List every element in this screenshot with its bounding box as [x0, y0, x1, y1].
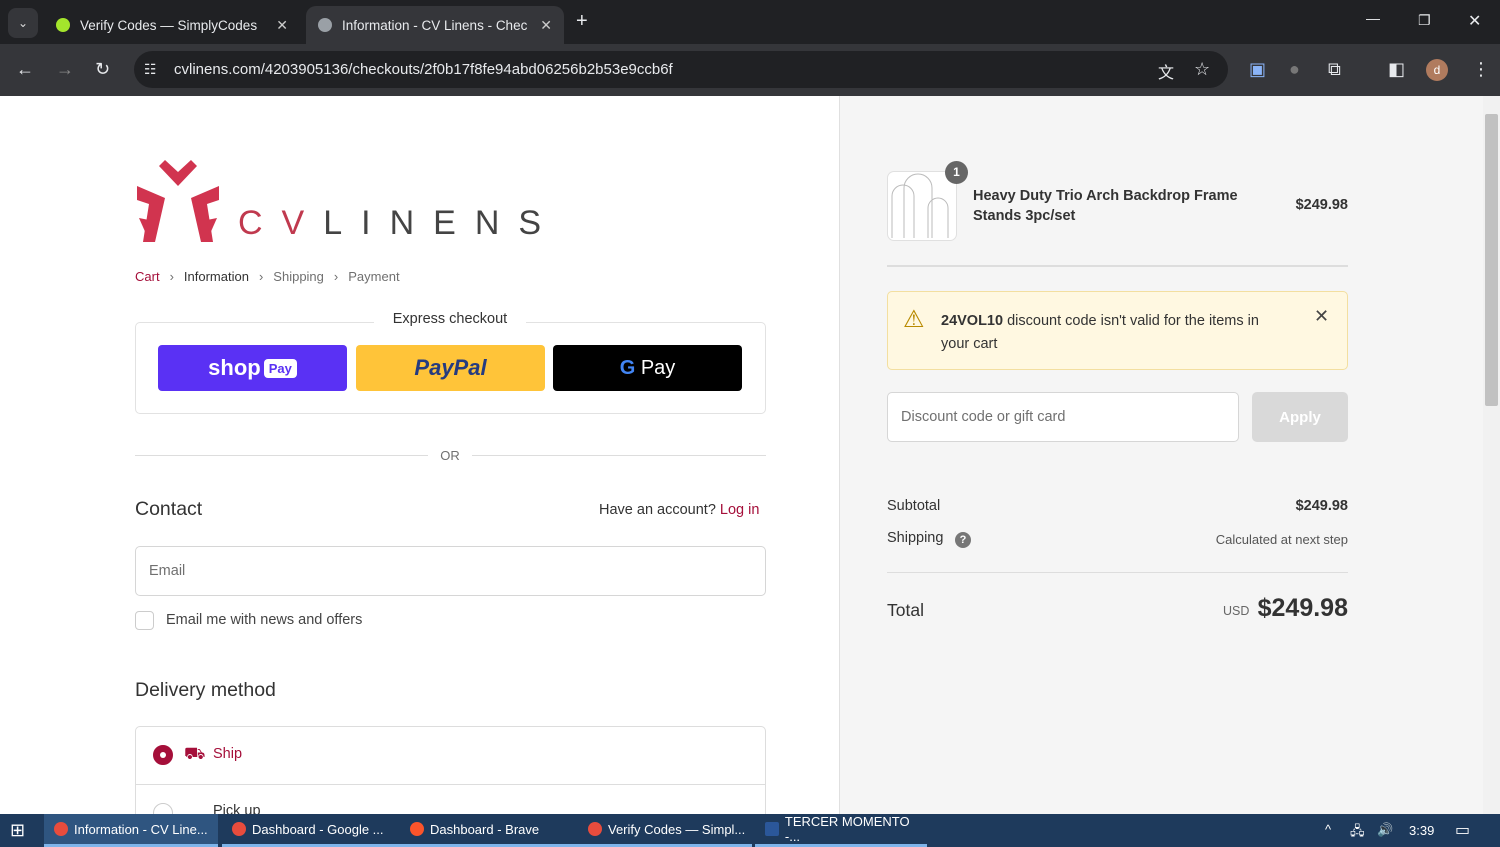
windows-start-icon[interactable]: ⊞: [10, 820, 25, 841]
new-tab-button[interactable]: +: [576, 10, 588, 33]
minimize-button[interactable]: —: [1366, 10, 1380, 26]
tab-bar: ⌄ Verify Codes — SimplyCodes ✕ Informatio…: [0, 0, 1500, 44]
apply-button[interactable]: Apply: [1252, 392, 1348, 442]
restore-button[interactable]: ❐: [1418, 12, 1431, 29]
side-panel-icon[interactable]: ◧: [1388, 59, 1405, 80]
product-name: Heavy Duty Trio Arch Backdrop Frame Stan…: [973, 188, 1238, 224]
site-settings-icon[interactable]: ☷: [144, 61, 157, 78]
globe-icon: [318, 18, 332, 32]
taskbar-item[interactable]: Verify Codes — Simpl...: [578, 814, 752, 847]
taskbar-item[interactable]: Dashboard - Brave: [400, 814, 588, 847]
breadcrumb-cart[interactable]: Cart: [135, 269, 160, 284]
extension-icon[interactable]: ●: [1289, 59, 1300, 80]
discount-code-input[interactable]: Discount code or gift card: [887, 392, 1239, 442]
paypal-button[interactable]: PayPal: [356, 345, 545, 391]
notifications-icon[interactable]: ▭: [1455, 820, 1470, 840]
shipping-value: Calculated at next step: [1215, 532, 1348, 547]
cvlinens-logo-icon: [137, 160, 219, 242]
address-bar[interactable]: cvlinens.com/4203905136/checkouts/2f0b17…: [134, 51, 1228, 88]
breadcrumb: Cart › Information › Shipping › Payment: [135, 269, 400, 284]
taskbar-item[interactable]: TERCER MOMENTO -...: [755, 814, 927, 847]
shop-pay-button[interactable]: shop Pay: [158, 345, 347, 391]
network-icon[interactable]: 🖧: [1350, 822, 1365, 844]
google-pay-button[interactable]: G Pay: [553, 345, 742, 391]
quantity-badge: 1: [945, 161, 968, 184]
or-divider: OR: [428, 448, 472, 463]
delivery-heading: Delivery method: [135, 679, 276, 701]
breadcrumb-payment: Payment: [348, 269, 400, 284]
product-thumbnail: [887, 171, 957, 241]
menu-icon[interactable]: ⋮: [1472, 59, 1490, 80]
simplycodes-icon: [56, 18, 70, 32]
close-tab-icon[interactable]: ✕: [276, 17, 288, 34]
extension-translate-icon[interactable]: ▣: [1249, 59, 1266, 80]
forward-icon[interactable]: →: [56, 59, 74, 80]
back-icon[interactable]: ←: [16, 59, 34, 80]
scrollbar-thumb[interactable]: [1485, 114, 1498, 406]
total-label: Total: [887, 600, 924, 620]
taskbar-item[interactable]: Information - CV Line...: [44, 814, 218, 847]
express-checkout-title: Express checkout: [374, 311, 526, 327]
ship-radio[interactable]: [153, 745, 173, 765]
login-link[interactable]: Log in: [720, 502, 760, 518]
close-alert-icon[interactable]: ✕: [1314, 306, 1329, 327]
tab-information[interactable]: Information - CV Linens - Check ✕: [306, 6, 564, 44]
translate-icon[interactable]: 文: [1158, 59, 1174, 83]
total-value: $249.98: [1257, 594, 1348, 622]
product-price: $249.98: [1295, 197, 1348, 213]
close-tab-icon[interactable]: ✕: [540, 17, 552, 34]
tab-search-button[interactable]: ⌄: [8, 8, 38, 38]
breadcrumb-shipping: Shipping: [273, 269, 324, 284]
profile-avatar[interactable]: d: [1426, 59, 1448, 81]
alert-message: 24VOL10 discount code isn't valid for th…: [941, 313, 1259, 352]
tray-chevron-icon[interactable]: ^: [1325, 822, 1331, 837]
tab-verify-codes[interactable]: Verify Codes — SimplyCodes ✕: [44, 6, 300, 44]
taskbar: ⊞ Information - CV Line... Dashboard - G…: [0, 814, 1500, 847]
breadcrumb-information: Information: [183, 269, 249, 284]
ship-option[interactable]: Ship: [213, 746, 242, 762]
contact-heading: Contact: [135, 498, 203, 520]
email-input[interactable]: Email: [135, 546, 766, 596]
subtotal-value: $249.98: [1295, 498, 1348, 514]
logo-text: CVLINENS: [238, 204, 561, 242]
clock[interactable]: 3:39: [1409, 823, 1434, 838]
star-icon[interactable]: ☆: [1194, 59, 1210, 80]
shipping-help-icon[interactable]: ?: [955, 532, 971, 548]
currency: USD: [1223, 604, 1250, 618]
shipping-label: Shipping: [887, 530, 944, 546]
warning-icon: ⚠: [903, 306, 925, 333]
volume-icon[interactable]: 🔊: [1377, 822, 1393, 838]
reload-icon[interactable]: ↻: [95, 59, 110, 80]
subtotal-label: Subtotal: [887, 498, 941, 514]
newsletter-checkbox[interactable]: [135, 611, 154, 630]
truck-icon: ⛟: [184, 744, 206, 763]
close-window-button[interactable]: ✕: [1468, 11, 1481, 31]
newsletter-label: Email me with news and offers: [166, 612, 363, 628]
taskbar-item[interactable]: Dashboard - Google ...: [222, 814, 410, 847]
extensions-puzzle-icon[interactable]: ⧉: [1328, 59, 1341, 80]
